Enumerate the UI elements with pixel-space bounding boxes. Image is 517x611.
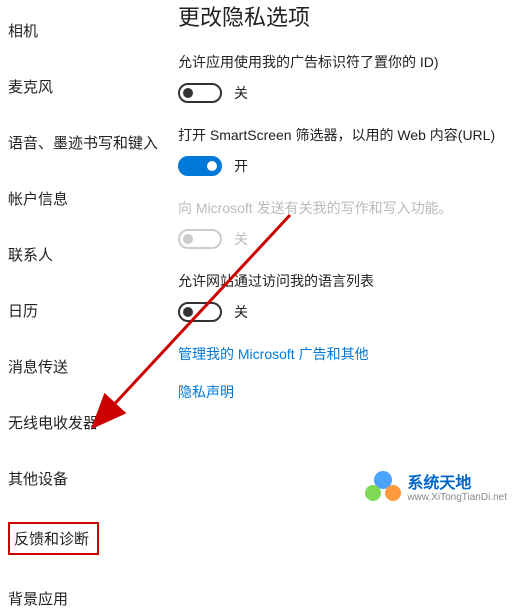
link-privacy-statement[interactable]: 隐私声明 (178, 382, 517, 402)
toggle-state-text: 关 (234, 229, 248, 249)
page-title: 更改隐私选项 (178, 0, 517, 32)
setting-writing-info: 向 Microsoft 发送有关我的写作和写入功能。 关 (178, 198, 517, 249)
toggle-state-text: 开 (234, 156, 248, 176)
setting-label: 向 Microsoft 发送有关我的写作和写入功能。 (178, 198, 517, 219)
content-panel: 更改隐私选项 允许应用使用我的广告标识符了置你的 ID) 关 打开 SmartS… (30, 0, 517, 515)
setting-ad-id: 允许应用使用我的广告标识符了置你的 ID) 关 (178, 52, 517, 103)
sidebar-item-feedback-diagnostics[interactable]: 反馈和诊断 (8, 522, 99, 555)
toggle-language-list[interactable] (178, 302, 222, 322)
toggle-state-text: 关 (234, 83, 248, 103)
watermark-title: 系统天地 (407, 475, 507, 493)
sidebar-item-background-apps[interactable]: 背景应用 (8, 586, 175, 611)
watermark-url: www.XiTongTianDi.net (407, 492, 507, 503)
toggle-ad-id[interactable] (178, 83, 222, 103)
toggle-smartscreen[interactable] (178, 156, 222, 176)
toggle-writing-info (178, 229, 222, 249)
setting-label: 允许应用使用我的广告标识符了置你的 ID) (178, 52, 517, 73)
watermark-logo-icon (365, 471, 401, 507)
setting-label: 打开 SmartScreen 筛选器，以用的 Web 内容(URL) (178, 125, 517, 146)
link-manage-ads[interactable]: 管理我的 Microsoft 广告和其他 (178, 344, 517, 364)
watermark: 系统天地 www.XiTongTianDi.net (365, 471, 507, 507)
setting-label: 允许网站通过访问我的语言列表 (178, 271, 517, 292)
setting-language-list: 允许网站通过访问我的语言列表 关 (178, 271, 517, 322)
setting-smartscreen: 打开 SmartScreen 筛选器，以用的 Web 内容(URL) 开 (178, 125, 517, 176)
toggle-state-text: 关 (234, 302, 248, 322)
